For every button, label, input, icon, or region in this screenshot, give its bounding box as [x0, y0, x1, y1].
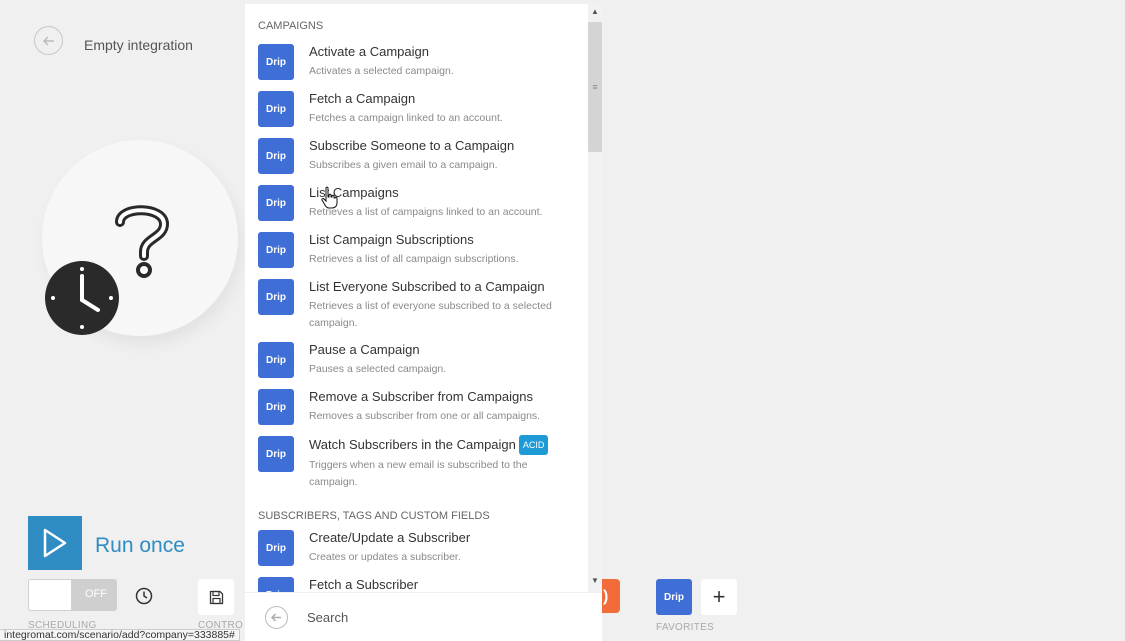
run-once-button[interactable] [28, 516, 82, 570]
item-title: Fetch a Subscriber [309, 577, 419, 592]
item-title: Activate a Campaign [309, 44, 429, 59]
item-description: Triggers when a new email is subscribed … [309, 459, 528, 488]
drip-app-icon: Drip [258, 279, 294, 315]
search-bar [245, 592, 602, 641]
item-description: Creates or updates a subscriber. [309, 551, 461, 563]
scenario-title[interactable]: Empty integration [84, 37, 193, 53]
item-title: List Campaigns [309, 185, 399, 200]
toggle-knob [28, 579, 72, 611]
search-back-button[interactable] [265, 606, 288, 629]
favorite-drip-button[interactable]: Drip [656, 579, 692, 615]
drip-app-icon: Drip [258, 530, 294, 566]
section-header-subscribers: SUBSCRIBERS, TAGS AND CUSTOM FIELDS [258, 510, 490, 522]
list-item[interactable]: Drip Subscribe Someone to a Campaign Sub… [245, 134, 588, 181]
drip-app-icon: Drip [258, 232, 294, 268]
item-title: List Everyone Subscribed to a Campaign [309, 279, 545, 294]
item-description: Removes a subscriber from one or all cam… [309, 410, 541, 422]
module-picker-panel: CAMPAIGNS Drip Activate a Campaign Activ… [245, 4, 588, 592]
drip-app-icon: Drip [258, 185, 294, 221]
list-item[interactable]: Drip List Campaigns Retrieves a list of … [245, 181, 588, 228]
add-favorite-button[interactable]: + [701, 579, 737, 615]
list-item[interactable]: Drip Pause a Campaign Pauses a selected … [245, 338, 588, 385]
schedule-settings-button[interactable] [130, 582, 157, 609]
list-item[interactable]: Drip List Campaign Subscriptions Retriev… [245, 228, 588, 275]
scroll-down-icon[interactable]: ▼ [591, 576, 599, 585]
arrow-left-icon [42, 35, 54, 46]
item-title: Pause a Campaign [309, 342, 420, 357]
item-description: Fetches a campaign linked to an account. [309, 112, 503, 124]
drip-app-icon: Drip [258, 91, 294, 127]
item-description: Retrieves a list of everyone subscribed … [309, 300, 552, 329]
item-description: Pauses a selected campaign. [309, 363, 447, 375]
list-item[interactable]: Drip Fetch a Subscriber [245, 573, 588, 592]
save-button[interactable] [198, 579, 234, 615]
drip-app-icon: Drip [258, 138, 294, 174]
drip-app-icon: Drip [258, 44, 294, 80]
item-description: Activates a selected campaign. [309, 65, 454, 77]
status-bar-url: integromat.com/scenario/add?company=3338… [0, 629, 240, 641]
drip-app-icon: Drip [258, 577, 294, 592]
run-once-label[interactable]: Run once [95, 534, 185, 558]
drip-app-icon: Drip [258, 389, 294, 425]
list-item[interactable]: Drip Watch Subscribers in the Campaign AC… [245, 432, 588, 497]
drip-app-icon: Drip [258, 436, 294, 472]
drip-app-icon: Drip [258, 342, 294, 378]
item-title: Remove a Subscriber from Campaigns [309, 389, 533, 404]
toggle-state: OFF [85, 588, 107, 600]
clock-icon [135, 587, 152, 604]
item-title: Subscribe Someone to a Campaign [309, 138, 515, 153]
hand-pointer-cursor-icon [321, 186, 338, 209]
favorites-label: FAVORITES [656, 622, 715, 633]
list-item[interactable]: Drip Fetch a Campaign Fetches a campaign… [245, 87, 588, 134]
floppy-disk-icon [209, 590, 223, 604]
list-item[interactable]: Drip Create/Update a Subscriber Creates … [245, 526, 588, 573]
list-item[interactable]: Drip Activate a Campaign Activates a sel… [245, 40, 588, 87]
item-description: Retrieves a list of campaigns linked to … [309, 206, 543, 218]
item-title: Create/Update a Subscriber [309, 530, 471, 545]
section-header-campaigns: CAMPAIGNS [258, 20, 324, 32]
play-icon [43, 528, 67, 558]
search-input[interactable] [307, 607, 577, 627]
arrow-left-icon [271, 613, 281, 622]
item-title: List Campaign Subscriptions [309, 232, 474, 247]
item-description: Retrieves a list of all campaign subscri… [309, 253, 519, 265]
item-title: Watch Subscribers in the Campaign ACID [309, 435, 575, 455]
acid-badge: ACID [518, 435, 549, 455]
item-title: Fetch a Campaign [309, 91, 416, 106]
item-description: Subscribes a given email to a campaign. [309, 159, 498, 171]
list-item[interactable]: Drip List Everyone Subscribed to a Campa… [245, 275, 588, 338]
scheduling-toggle[interactable]: OFF [28, 579, 117, 611]
back-button[interactable] [34, 26, 63, 55]
item-title-text: Watch Subscribers in the Campaign [309, 437, 516, 452]
tools-icon: ) [603, 588, 609, 605]
list-item[interactable]: Drip Remove a Subscriber from Campaigns … [245, 385, 588, 432]
scroll-up-icon[interactable]: ▲ [591, 7, 599, 16]
clock-icon[interactable] [44, 260, 120, 336]
scrollbar-thumb[interactable]: ≡ [588, 22, 602, 152]
